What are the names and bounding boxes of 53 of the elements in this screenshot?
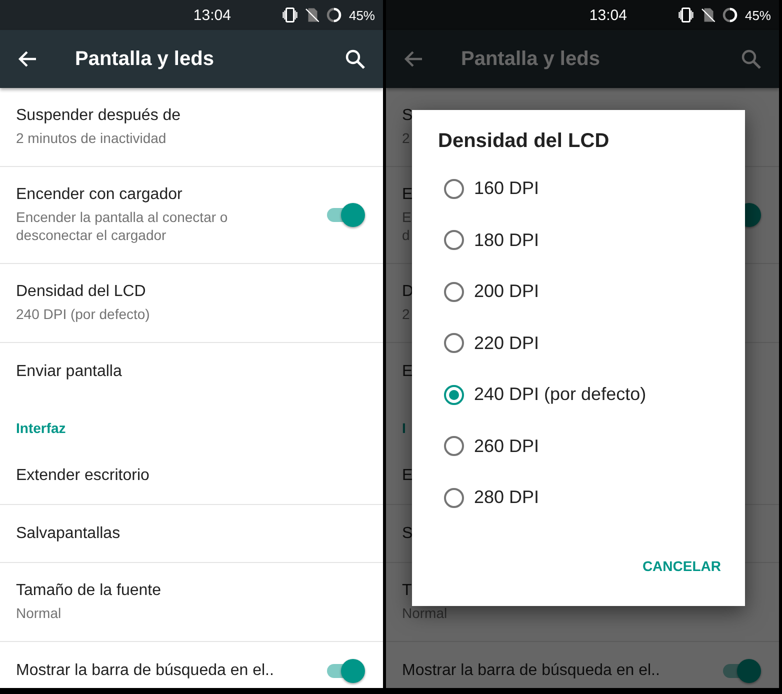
setting-title: Suspender después de [16, 107, 181, 125]
radio-button[interactable] [444, 436, 464, 456]
toggle-switch[interactable] [723, 659, 759, 683]
setting-title: Encender con cargador [16, 186, 182, 204]
radio-button[interactable] [444, 230, 464, 250]
option-label[interactable]: 280 DPI [474, 487, 540, 508]
setting-title: Mostrar la barra de búsqueda en el.. [402, 662, 660, 680]
toolbar-title: Pantalla y leds [75, 48, 214, 70]
category-header: I [402, 420, 406, 436]
setting-title: Extender escritorio [16, 466, 150, 484]
toggle-switch[interactable] [327, 203, 363, 227]
radio-button[interactable] [444, 178, 464, 199]
radio-button[interactable] [444, 282, 464, 302]
toolbar-title: Pantalla y leds [461, 48, 600, 70]
radio-button[interactable] [444, 384, 464, 405]
setting-title: E [402, 466, 413, 484]
radio-button[interactable] [444, 488, 464, 508]
setting-title: E [402, 363, 413, 381]
setting-summary: Normal [16, 604, 62, 622]
dialog-title: Densidad del LCD [438, 130, 610, 153]
battery-ring-icon [324, 6, 343, 24]
setting-summary: 2 minutos de inactividad [16, 129, 166, 147]
no-sim-icon [698, 6, 717, 24]
setting-title: Mostrar la barra de búsqueda en el.. [16, 662, 274, 680]
setting-title: T [402, 582, 412, 600]
option-label[interactable]: 220 DPI [474, 332, 540, 354]
battery-level: 45% [744, 8, 771, 22]
battery-ring-icon [720, 6, 739, 24]
option-label[interactable]: 240 DPI (por defecto) [474, 384, 646, 406]
setting-summary: Encender la pantalla al conectar o desconectar el cargador [16, 208, 228, 244]
setting-summary: 240 DPI (por defecto) [16, 305, 150, 323]
option-label[interactable]: 260 DPI [474, 436, 540, 457]
setting-title: Densidad del LCD [16, 283, 146, 301]
option-label[interactable]: 160 DPI [474, 178, 540, 200]
vibrate-icon [280, 6, 299, 24]
option-label[interactable]: 200 DPI [474, 281, 540, 302]
setting-title: S [402, 524, 413, 542]
no-sim-icon [302, 6, 321, 24]
option-label[interactable]: 180 DPI [474, 230, 540, 251]
search-icon[interactable] [343, 47, 367, 71]
clock-time: 13:04 [589, 6, 627, 24]
setting-title: Enviar pantalla [16, 363, 122, 381]
clock-time: 13:04 [193, 6, 231, 24]
toggle-switch[interactable] [327, 659, 363, 683]
setting-title: Tamaño de la fuente [16, 582, 161, 600]
category-header: Interfaz [16, 420, 66, 436]
setting-title: S [402, 107, 413, 125]
vibrate-icon [676, 6, 695, 24]
setting-title: E [402, 186, 413, 204]
battery-level: 45% [348, 8, 375, 22]
cancel-button[interactable]: CANCELAR [642, 550, 721, 582]
setting-title: Salvapantallas [16, 524, 120, 542]
radio-button[interactable] [444, 333, 464, 354]
